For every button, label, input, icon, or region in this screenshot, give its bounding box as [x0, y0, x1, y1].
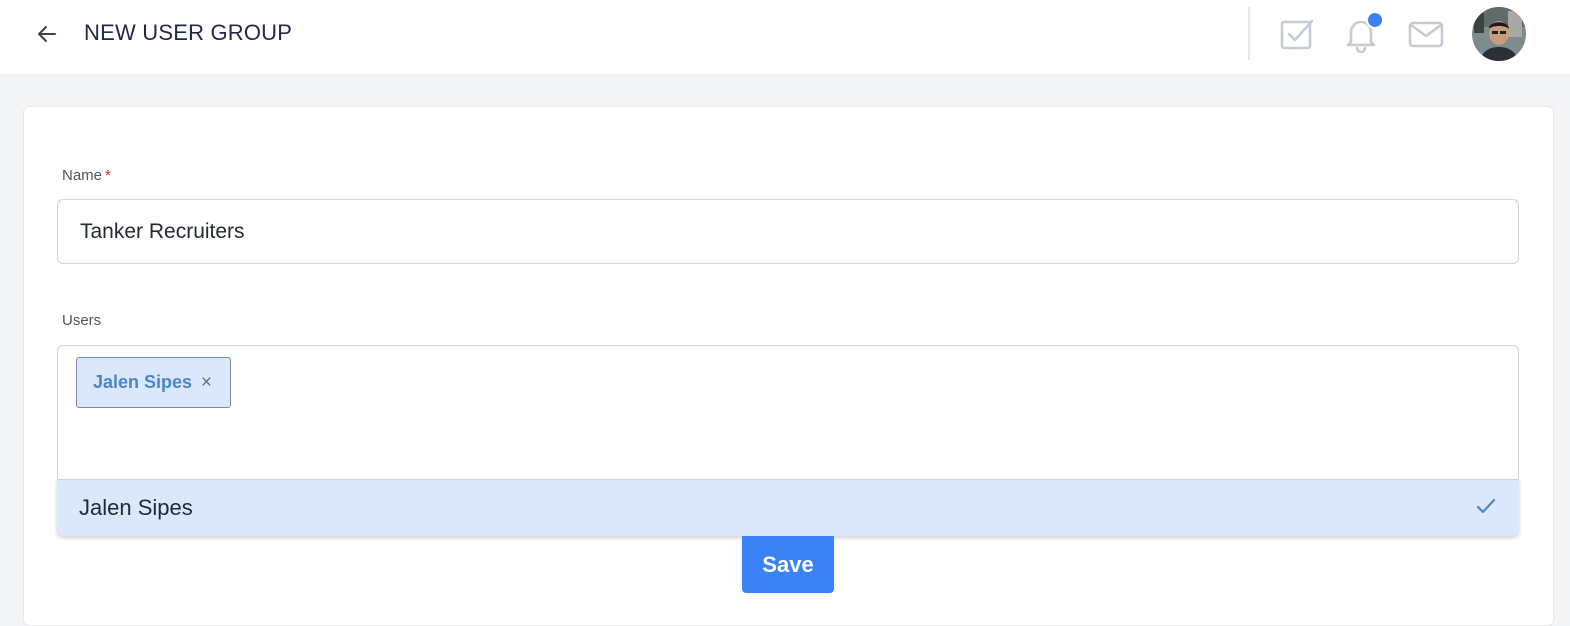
selected-user-chip[interactable]: Jalen Sipes ×: [76, 357, 231, 408]
page-title: NEW USER GROUP: [84, 20, 293, 45]
user-avatar-icon: [1472, 7, 1526, 61]
check-icon: [1476, 498, 1496, 514]
chip-label: Jalen Sipes: [93, 372, 193, 392]
back-button[interactable]: [30, 19, 64, 49]
option-label: Jalen Sipes: [79, 495, 193, 520]
notification-badge: [1366, 11, 1384, 29]
users-dropdown-option[interactable]: Jalen Sipes: [57, 479, 1519, 536]
task-checkbox-icon: [1280, 19, 1314, 50]
required-mark: *: [105, 167, 111, 184]
header-divider: [1248, 7, 1250, 60]
save-button[interactable]: Save: [742, 536, 834, 593]
mail-icon: [1408, 21, 1444, 48]
name-label: Name *: [62, 167, 111, 184]
name-input[interactable]: [57, 199, 1519, 264]
name-label-text: Name: [62, 167, 103, 184]
chip-remove-icon[interactable]: ×: [201, 372, 212, 394]
messages-button[interactable]: [1406, 14, 1446, 54]
users-label: Users: [62, 312, 102, 329]
arrow-left-icon: [38, 26, 56, 42]
tasks-button[interactable]: [1277, 14, 1317, 54]
top-bar: NEW USER GROUP: [0, 0, 1570, 74]
avatar[interactable]: [1472, 7, 1526, 61]
